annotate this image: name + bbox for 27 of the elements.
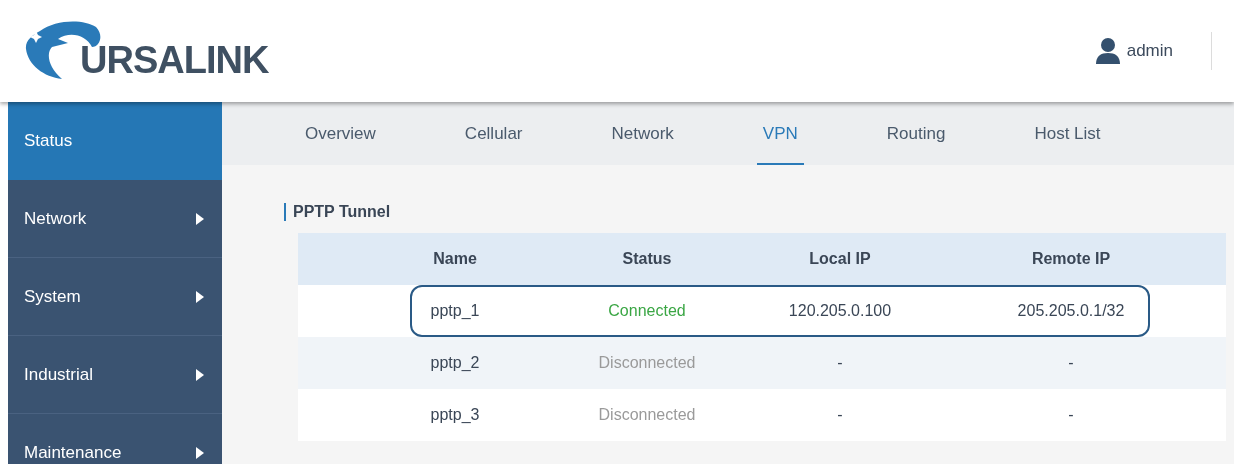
tab[interactable]: Routing bbox=[880, 102, 952, 165]
sidebar-item[interactable]: Status bbox=[8, 102, 222, 180]
table-cell-text: pptp_2 bbox=[429, 354, 481, 372]
tab[interactable]: Overview bbox=[299, 102, 382, 165]
status-text: Connected bbox=[607, 302, 687, 320]
status-text: Disconnected bbox=[597, 354, 697, 372]
status-text: Disconnected bbox=[597, 406, 697, 424]
table-cell-text: - bbox=[836, 406, 844, 424]
tab[interactable]: VPN bbox=[756, 102, 804, 165]
logo-text: URSALINK bbox=[80, 41, 269, 79]
table-cell-text: - bbox=[836, 354, 844, 372]
tab[interactable]: Cellular bbox=[458, 102, 529, 165]
table-cell-text: - bbox=[1067, 406, 1075, 424]
column-header: Remote IP bbox=[1030, 250, 1112, 268]
user-name[interactable]: admin bbox=[1126, 41, 1173, 61]
table-cell-text: 120.205.0.100 bbox=[787, 302, 893, 320]
table-cell-text: pptp_3 bbox=[429, 406, 481, 424]
user-icon bbox=[1095, 38, 1120, 64]
tab[interactable]: Network bbox=[605, 102, 680, 165]
table-cell-text: 205.205.0.1/32 bbox=[1016, 302, 1126, 320]
column-header: Local IP bbox=[808, 250, 872, 268]
table-cell-text: - bbox=[1067, 354, 1075, 372]
section-title: PPTP Tunnel bbox=[284, 203, 1226, 221]
column-header: Name bbox=[432, 250, 478, 268]
tab[interactable]: Host List bbox=[1028, 102, 1107, 165]
table-cell-text: pptp_1 bbox=[429, 302, 481, 320]
column-header: Status bbox=[621, 250, 673, 268]
